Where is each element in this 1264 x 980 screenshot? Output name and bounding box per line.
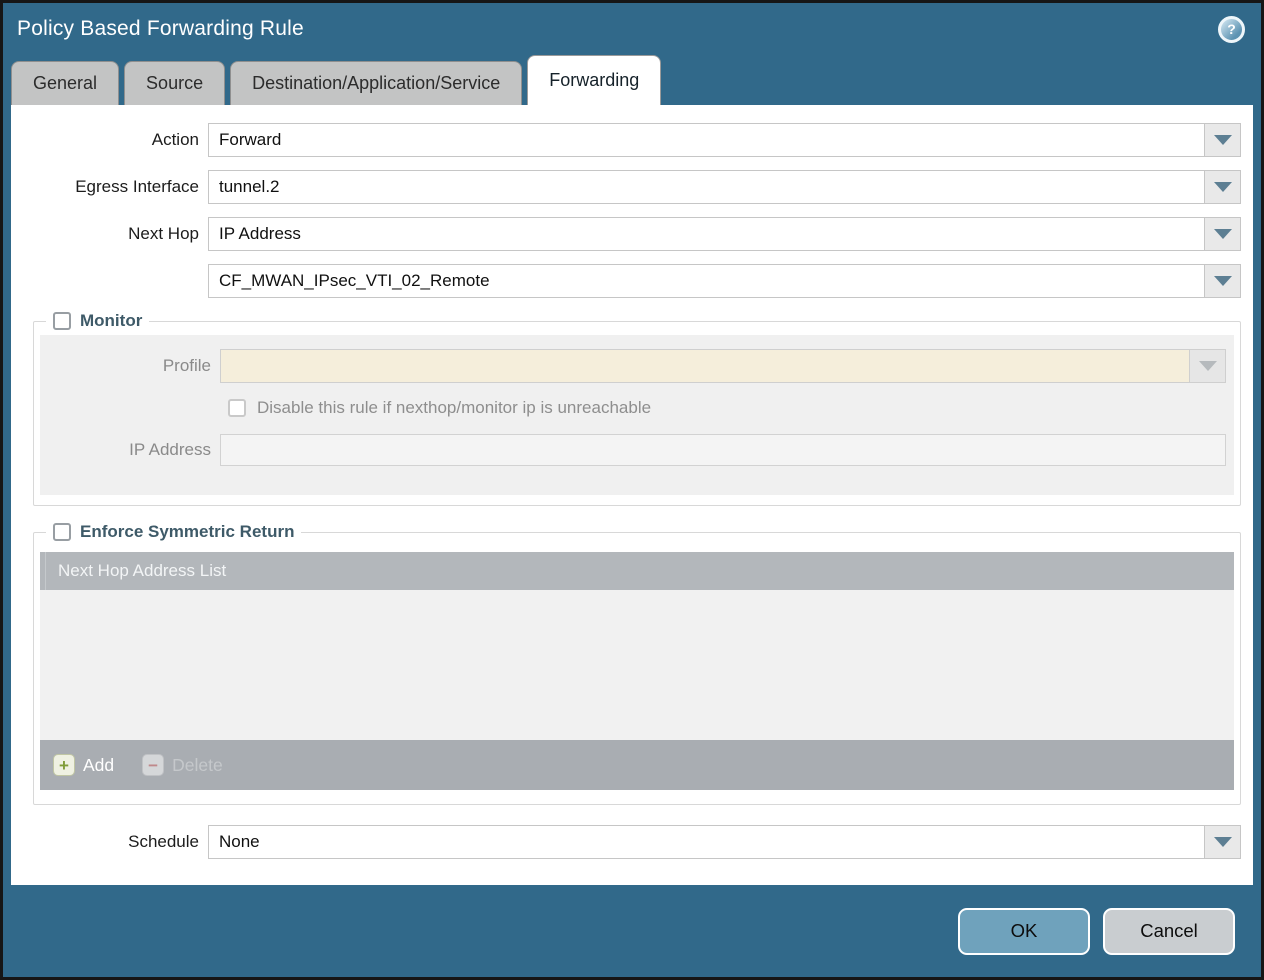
chevron-down-icon	[1214, 276, 1232, 286]
dialog-footer: OK Cancel	[3, 885, 1261, 977]
ok-button[interactable]: OK	[958, 908, 1090, 955]
profile-dropdown-button	[1189, 350, 1225, 382]
schedule-label: Schedule	[11, 832, 208, 852]
next-hop-address-row: CF_MWAN_IPsec_VTI_02_Remote	[11, 264, 1241, 298]
enforce-symmetric-return-legend-label: Enforce Symmetric Return	[80, 522, 294, 542]
delete-button-label: Delete	[172, 755, 223, 776]
egress-interface-value[interactable]: tunnel.2	[209, 171, 1204, 203]
monitor-ip-address-input	[220, 434, 1226, 466]
egress-interface-dropdown-button[interactable]	[1204, 171, 1240, 203]
next-hop-address-list-header-label: Next Hop Address List	[58, 561, 226, 581]
next-hop-address-dropdown-button[interactable]	[1204, 265, 1240, 297]
monitor-fieldset: Monitor Profile Disable this rule if nex…	[33, 311, 1241, 506]
egress-interface-row: Egress Interface tunnel.2	[11, 170, 1241, 204]
next-hop-type-dropdown-button[interactable]	[1204, 218, 1240, 250]
chevron-down-icon	[1199, 361, 1217, 371]
enforce-symmetric-return-legend: Enforce Symmetric Return	[46, 522, 301, 542]
next-hop-address-list-body[interactable]	[40, 590, 1234, 740]
tab-source[interactable]: Source	[124, 61, 225, 105]
action-row: Action Forward	[11, 123, 1241, 157]
disable-rule-label: Disable this rule if nexthop/monitor ip …	[257, 398, 651, 418]
next-hop-address-dropdown[interactable]: CF_MWAN_IPsec_VTI_02_Remote	[208, 264, 1241, 298]
monitor-disabled-panel: Profile Disable this rule if nexthop/mon…	[40, 335, 1234, 495]
chevron-down-icon	[1214, 182, 1232, 192]
profile-label: Profile	[40, 356, 220, 376]
action-dropdown[interactable]: Forward	[208, 123, 1241, 157]
tab-general[interactable]: General	[11, 61, 119, 105]
monitor-checkbox[interactable]	[53, 312, 71, 330]
next-hop-type-value[interactable]: IP Address	[209, 218, 1204, 250]
dialog-title: Policy Based Forwarding Rule	[17, 17, 304, 41]
profile-value	[221, 350, 1189, 382]
tab-destination-application-service[interactable]: Destination/Application/Service	[230, 61, 522, 105]
action-label: Action	[11, 130, 208, 150]
next-hop-row: Next Hop IP Address	[11, 217, 1241, 251]
cancel-button[interactable]: Cancel	[1103, 908, 1235, 955]
tab-forwarding[interactable]: Forwarding	[527, 55, 661, 105]
header-edge-divider	[40, 552, 46, 590]
disable-rule-checkbox	[228, 399, 246, 417]
disable-rule-row: Disable this rule if nexthop/monitor ip …	[228, 398, 1234, 418]
chevron-down-icon	[1214, 837, 1232, 847]
monitor-legend-label: Monitor	[80, 311, 142, 331]
add-button-label: Add	[83, 755, 114, 776]
forwarding-tab-panel: Action Forward Egress Interface tunnel.2…	[11, 105, 1253, 885]
action-dropdown-button[interactable]	[1204, 124, 1240, 156]
egress-interface-dropdown[interactable]: tunnel.2	[208, 170, 1241, 204]
monitor-ip-address-row: IP Address	[40, 434, 1226, 466]
profile-row: Profile	[40, 349, 1226, 383]
monitor-legend: Monitor	[46, 311, 149, 331]
help-icon[interactable]: ?	[1218, 16, 1245, 43]
delete-button: − Delete	[142, 754, 223, 776]
schedule-dropdown-button[interactable]	[1204, 826, 1240, 858]
schedule-value[interactable]: None	[209, 826, 1204, 858]
monitor-ip-address-label: IP Address	[40, 440, 220, 460]
next-hop-address-list-toolbar: + Add − Delete	[40, 740, 1234, 790]
enforce-symmetric-return-fieldset: Enforce Symmetric Return Next Hop Addres…	[33, 522, 1241, 805]
next-hop-label: Next Hop	[11, 224, 208, 244]
next-hop-type-dropdown[interactable]: IP Address	[208, 217, 1241, 251]
enforce-symmetric-return-checkbox[interactable]	[53, 523, 71, 541]
chevron-down-icon	[1214, 229, 1232, 239]
next-hop-address-list-header: Next Hop Address List	[40, 552, 1234, 590]
schedule-row: Schedule None	[11, 825, 1241, 859]
chevron-down-icon	[1214, 135, 1232, 145]
minus-icon: −	[142, 754, 164, 776]
dialog-titlebar: Policy Based Forwarding Rule ?	[3, 3, 1261, 55]
pbf-rule-dialog: Policy Based Forwarding Rule ? General S…	[0, 0, 1264, 980]
tab-bar: General Source Destination/Application/S…	[3, 55, 1261, 105]
profile-dropdown	[220, 349, 1226, 383]
add-button[interactable]: + Add	[53, 754, 114, 776]
next-hop-address-list-table: Next Hop Address List + Add − Delete	[40, 552, 1234, 790]
next-hop-address-value[interactable]: CF_MWAN_IPsec_VTI_02_Remote	[209, 265, 1204, 297]
action-value[interactable]: Forward	[209, 124, 1204, 156]
plus-icon: +	[53, 754, 75, 776]
schedule-dropdown[interactable]: None	[208, 825, 1241, 859]
egress-interface-label: Egress Interface	[11, 177, 208, 197]
